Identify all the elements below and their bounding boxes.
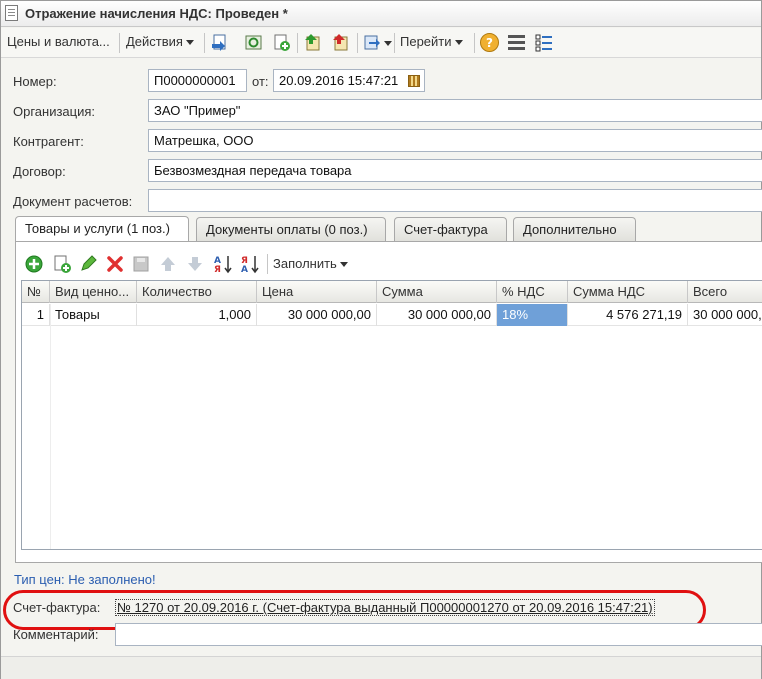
column-header-total[interactable]: Всего: [688, 281, 762, 303]
svg-text:А: А: [241, 265, 248, 274]
price-type-link[interactable]: Тип цен: Не заполнено!: [14, 572, 156, 587]
add-row-icon[interactable]: [24, 254, 44, 274]
organization-label: Организация:: [13, 104, 96, 119]
fill-menu-label: Заполнить: [273, 256, 337, 271]
unpost-document-icon[interactable]: [331, 32, 352, 53]
svg-text:?: ?: [486, 36, 493, 50]
document-window: Отражение начисления НДС: Проведен * Цен…: [0, 0, 762, 679]
prices-currency-button[interactable]: Цены и валюта...: [7, 34, 110, 49]
column-header-value-type[interactable]: Вид ценно...: [50, 281, 137, 303]
comment-label: Комментарий:: [13, 627, 99, 642]
toolbar-separator: [394, 33, 395, 53]
copy-document-icon[interactable]: [271, 32, 292, 53]
goto-menu[interactable]: Перейти: [400, 34, 463, 49]
title-bar: Отражение начисления НДС: Проведен *: [1, 1, 761, 27]
cell-quantity[interactable]: 1,000: [137, 304, 257, 326]
settlement-document-field[interactable]: [148, 189, 762, 212]
counterparty-field[interactable]: Матрешка, ООО: [148, 129, 762, 152]
number-label: Номер:: [13, 74, 57, 89]
contract-label: Договор:: [13, 164, 66, 179]
create-based-on-icon[interactable]: [362, 32, 383, 53]
chevron-down-icon[interactable]: [384, 41, 392, 46]
status-bar: [1, 656, 761, 679]
grid-toolbar: АЯ ЯА Заполнить: [21, 252, 761, 276]
date-label: от:: [252, 74, 269, 89]
column-header-price[interactable]: Цена: [257, 281, 377, 303]
cell-value-type[interactable]: Товары: [50, 304, 137, 326]
column-header-vat-rate[interactable]: % НДС: [497, 281, 568, 303]
toolbar-separator: [474, 33, 475, 53]
column-header-quantity[interactable]: Количество: [137, 281, 257, 303]
main-toolbar: Цены и валюта... Действия Перейти ?: [1, 28, 761, 58]
tab-invoice[interactable]: Счет-фактура: [394, 217, 507, 241]
actions-menu[interactable]: Действия: [126, 34, 194, 49]
fill-menu[interactable]: Заполнить: [273, 256, 348, 271]
move-up-icon: [158, 254, 178, 274]
cell-price[interactable]: 30 000 000,00: [257, 304, 377, 326]
table-header: № Вид ценно... Количество Цена Сумма % Н…: [22, 281, 762, 303]
list-settings-icon[interactable]: [534, 32, 555, 53]
table-row[interactable]: 1 Товары 1,000 30 000 000,00 30 000 000,…: [22, 304, 762, 326]
comment-field[interactable]: [115, 623, 762, 646]
toolbar-separator: [119, 33, 120, 53]
actions-menu-label: Действия: [126, 34, 183, 49]
edit-row-icon[interactable]: [78, 254, 98, 274]
toolbar-separator: [357, 33, 358, 53]
tab-goods-services[interactable]: Товары и услуги (1 поз.): [15, 216, 189, 242]
chevron-down-icon: [185, 40, 194, 46]
post-and-close-icon[interactable]: [210, 32, 231, 53]
help-icon[interactable]: ?: [479, 32, 500, 53]
save-row-icon: [131, 254, 151, 274]
number-field[interactable]: П0000000001: [148, 69, 247, 92]
move-down-icon: [185, 254, 205, 274]
counterparty-label: Контрагент:: [13, 134, 84, 149]
chevron-down-icon: [339, 262, 348, 268]
window-title: Отражение начисления НДС: Проведен *: [25, 6, 288, 21]
toolbar-separator: [267, 254, 268, 274]
sort-ascending-icon[interactable]: АЯ: [213, 254, 233, 275]
cell-vat-amount[interactable]: 4 576 271,19: [568, 304, 688, 326]
goods-table[interactable]: № Вид ценно... Количество Цена Сумма % Н…: [21, 280, 762, 550]
tab-additional[interactable]: Дополнительно: [513, 217, 636, 241]
structure-icon[interactable]: [506, 32, 527, 53]
toolbar-separator: [204, 33, 205, 53]
settlement-document-label: Документ расчетов:: [13, 194, 133, 209]
column-header-amount[interactable]: Сумма: [377, 281, 497, 303]
goto-menu-label: Перейти: [400, 34, 452, 49]
tab-payment-documents[interactable]: Документы оплаты (0 поз.): [196, 217, 386, 241]
cell-total[interactable]: 30 000 000,0: [688, 304, 762, 326]
date-field[interactable]: 20.09.2016 15:47:21: [273, 69, 425, 92]
toolbar-separator: [297, 33, 298, 53]
delete-row-icon[interactable]: [105, 254, 125, 274]
post-document-icon[interactable]: [303, 32, 324, 53]
svg-text:Я: Я: [214, 265, 221, 274]
cell-amount[interactable]: 30 000 000,00: [377, 304, 497, 326]
organization-field[interactable]: ЗАО "Пример": [148, 99, 762, 122]
refresh-icon[interactable]: [243, 32, 264, 53]
contract-field[interactable]: Безвозмездная передача товара: [148, 159, 762, 182]
column-header-number[interactable]: №: [22, 281, 50, 303]
copy-row-icon[interactable]: [52, 254, 72, 274]
chevron-down-icon: [454, 40, 463, 46]
sort-descending-icon[interactable]: ЯА: [240, 254, 260, 275]
column-header-vat-amount[interactable]: Сумма НДС: [568, 281, 688, 303]
cell-number: 1: [22, 304, 50, 326]
date-value: 20.09.2016 15:47:21: [279, 73, 399, 88]
document-icon: [5, 5, 18, 21]
cell-vat-rate[interactable]: 18%: [497, 304, 568, 326]
column-divider: [50, 304, 51, 549]
calendar-icon[interactable]: [405, 72, 423, 91]
